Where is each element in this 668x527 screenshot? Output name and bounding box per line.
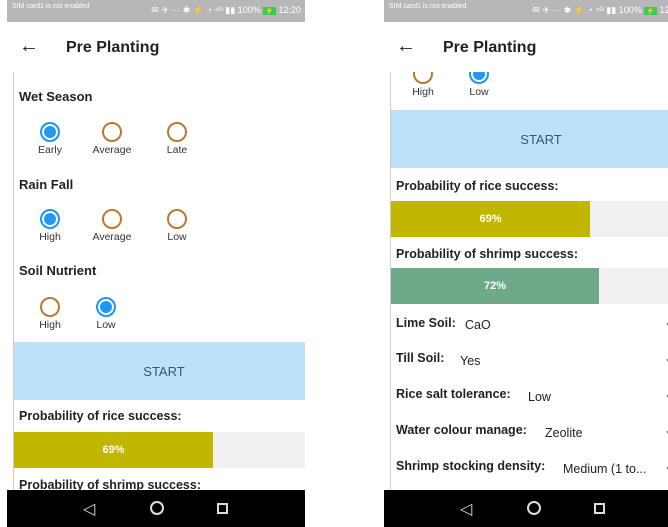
shrimp-probability-title: Probability of shrimp success:	[396, 247, 578, 261]
app-bar: ← Pre Planting	[384, 22, 668, 72]
nav-back-button[interactable]: ◁	[460, 499, 472, 519]
battery-icon: ⚡	[644, 7, 657, 15]
radio-soil-nutrient-low[interactable]: Low	[86, 297, 126, 331]
rice-salt-tolerance-label: Rice salt tolerance:	[396, 387, 511, 401]
rice-probability-title: Probability of rice success:	[19, 409, 182, 423]
status-bar: SIM card1 is not enabled ✉ ✈ ··· ✱ ⚡ ◔ ⁴…	[384, 0, 668, 22]
radio-rain-fall-high[interactable]: High	[30, 209, 70, 243]
battery-icon: ⚡	[263, 7, 276, 15]
wet-season-title: Wet Season	[19, 89, 93, 104]
page-title: Pre Planting	[66, 39, 160, 56]
radio-rain-fall-average[interactable]: Average	[92, 209, 132, 243]
radio-label: Low	[167, 231, 187, 243]
system-nav-bar: ◁	[384, 490, 668, 527]
form-content: High Low START Probability of rice succe…	[390, 72, 668, 490]
till-soil-dropdown[interactable]: Yes	[460, 354, 480, 368]
radio-selected-icon	[96, 297, 116, 317]
page-title: Pre Planting	[443, 39, 537, 56]
radio-unselected-icon	[167, 209, 187, 229]
radio-unselected-icon	[102, 122, 122, 142]
water-colour-manage-dropdown[interactable]: Zeolite	[545, 426, 583, 440]
phone-screen-right: SIM card1 is not enabled ✉ ✈ ··· ✱ ⚡ ◔ ⁴…	[384, 0, 668, 527]
radio-label: Low	[96, 319, 116, 331]
radio-soil-nutrient-low[interactable]: Low	[459, 72, 499, 98]
status-icons: ✉ ✈ ··· ✱ ⚡ ◔ ⁴ᴳ ▮▮ 100% ⚡ 12:20	[151, 5, 301, 16]
phone-screen-left: SIM card1 is not enabled ✉ ✈ ··· ✱ ⚡ ◔ ⁴…	[7, 0, 305, 527]
radio-unselected-icon	[413, 72, 433, 84]
recents-icon[interactable]	[594, 503, 605, 514]
clock: 12:20	[659, 5, 668, 15]
radio-label: Low	[469, 86, 489, 98]
lime-soil-label: Lime Soil:	[396, 316, 456, 330]
soil-nutrient-title: Soil Nutrient	[19, 263, 97, 278]
radio-label: Early	[38, 144, 62, 156]
recents-icon[interactable]	[217, 503, 228, 514]
radio-wet-season-early[interactable]: Early	[30, 122, 70, 156]
radio-label: Average	[92, 231, 132, 243]
nav-back-button[interactable]: ◁	[83, 499, 95, 519]
radio-label: Average	[92, 144, 132, 156]
sim-status-text: SIM card1 is not enabled	[389, 3, 467, 10]
radio-unselected-icon	[167, 122, 187, 142]
status-icons-text: ✉ ✈ ··· ✱ ⚡ ◔ ⁴ᴳ ▮▮ 100%	[151, 5, 261, 15]
system-nav-bar: ◁	[7, 490, 305, 527]
water-colour-manage-label: Water colour manage:	[396, 423, 527, 437]
radio-soil-nutrient-high[interactable]: High	[30, 297, 70, 331]
app-bar: ← Pre Planting	[7, 22, 305, 72]
shrimp-probability-title: Probability of shrimp success:	[19, 478, 201, 490]
arrow-left-icon[interactable]: ←	[19, 35, 39, 58]
radio-selected-icon	[40, 122, 60, 142]
rice-probability-bar: 69%	[391, 201, 668, 237]
radio-label: High	[39, 319, 61, 331]
rice-salt-tolerance-dropdown[interactable]: Low	[528, 390, 551, 404]
rice-probability-title: Probability of rice success:	[396, 179, 559, 193]
rice-probability-fill: 69%	[14, 432, 213, 468]
radio-rain-fall-low[interactable]: Low	[157, 209, 197, 243]
lime-soil-dropdown[interactable]: CaO	[465, 318, 491, 332]
arrow-left-icon[interactable]: ←	[396, 35, 416, 58]
sim-status-text: SIM card1 is not enabled	[12, 3, 90, 10]
radio-selected-icon	[469, 72, 489, 84]
radio-label: High	[412, 86, 434, 98]
start-button[interactable]: START	[391, 110, 668, 168]
shrimp-probability-fill: 72%	[391, 268, 599, 304]
form-content: Wet Season Early Average Late Rain Fall …	[13, 72, 305, 490]
rain-fall-title: Rain Fall	[19, 177, 74, 192]
home-icon[interactable]	[150, 501, 164, 515]
till-soil-label: Till Soil:	[396, 351, 445, 365]
status-icons-text: ✉ ✈ ··· ✱ ⚡ ◔ ⁴ᴳ ▮▮ 100%	[532, 5, 642, 15]
shrimp-stocking-density-dropdown[interactable]: Medium (1 to...	[563, 462, 646, 476]
radio-unselected-icon	[102, 209, 122, 229]
rice-probability-fill: 69%	[391, 201, 590, 237]
clock: 12:20	[278, 5, 301, 15]
shrimp-stocking-density-label: Shrimp stocking density:	[396, 459, 546, 473]
radio-soil-nutrient-high[interactable]: High	[403, 72, 443, 98]
radio-label: Late	[166, 144, 188, 156]
radio-wet-season-average[interactable]: Average	[92, 122, 132, 156]
status-icons: ✉ ✈ ··· ✱ ⚡ ◔ ⁴ᴳ ▮▮ 100% ⚡ 12:20	[532, 5, 668, 16]
shrimp-probability-bar: 72%	[391, 268, 668, 304]
radio-selected-icon	[40, 209, 60, 229]
home-icon[interactable]	[527, 501, 541, 515]
status-bar: SIM card1 is not enabled ✉ ✈ ··· ✱ ⚡ ◔ ⁴…	[7, 0, 305, 22]
radio-unselected-icon	[40, 297, 60, 317]
start-button[interactable]: START	[14, 342, 305, 400]
radio-wet-season-late[interactable]: Late	[157, 122, 197, 156]
rice-probability-bar: 69%	[14, 432, 305, 468]
radio-label: High	[39, 231, 61, 243]
